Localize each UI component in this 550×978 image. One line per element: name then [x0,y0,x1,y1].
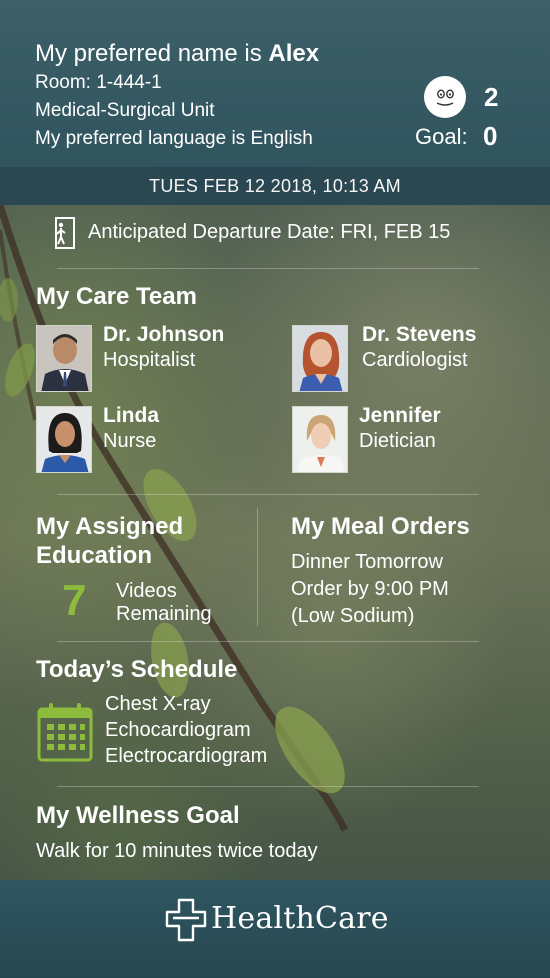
mood-count: 2 [484,82,499,112]
dietician-jennifer-photo[interactable] [292,406,348,473]
care-member-name[interactable]: Jennifer [359,404,441,428]
care-member-role: Hospitalist [103,349,196,371]
divider [57,786,479,787]
date-time-bar: TUES FEB 12 2018, 10:13 AM [0,167,550,205]
care-member-name[interactable]: Dr. Johnson [103,323,224,347]
nurse-linda-photo[interactable] [36,406,92,473]
vertical-divider [257,508,258,626]
care-member-role: Dietician [359,430,436,452]
care-team-title: My Care Team [36,283,197,310]
calendar-icon [37,702,93,767]
wellness-goal-text: Walk for 10 minutes twice today [36,840,318,862]
schedule-item: Electrocardiogram [105,745,268,767]
care-member-role: Cardiologist [362,349,468,371]
goal-label: Goal: [415,124,468,149]
meal-order-line: Dinner Tomorrow [291,551,443,573]
meal-order-line: (Low Sodium) [291,605,415,627]
preferred-name-prefix: My preferred name is [35,40,269,67]
smiley-face-icon[interactable] [424,76,466,118]
doctor-stevens-photo[interactable] [292,325,348,392]
room-number: Room: 1-444-1 [35,72,162,93]
medical-cross-icon [165,898,207,947]
divider [57,641,479,642]
schedule-item: Chest X-ray [105,693,211,715]
preferred-name: My preferred name is Alex [35,40,319,68]
wellness-goal-title[interactable]: My Wellness Goal [36,802,240,830]
care-member-name[interactable]: Linda [103,404,159,428]
schedule-item: Echocardiogram [105,719,251,741]
brand-name: HealthCare [211,901,389,936]
door-exit-icon [50,216,76,255]
goal-value: 0 [483,121,498,151]
meal-orders-title[interactable]: My Meal Orders [291,513,470,541]
divider [57,268,479,269]
doctor-johnson-photo[interactable] [36,325,92,392]
preferred-language: My preferred language is English [35,128,313,149]
videos-remaining-count: 7 [62,576,87,625]
departure-date: Anticipated Departure Date: FRI, FEB 15 [88,221,451,243]
care-member-name[interactable]: Dr. Stevens [362,323,476,347]
patient-name: Alex [268,40,320,67]
videos-label: Videos [116,580,177,602]
unit-name: Medical-Surgical Unit [35,100,215,121]
schedule-title[interactable]: Today’s Schedule [36,656,237,684]
care-member-role: Nurse [103,430,157,452]
education-title-line2[interactable]: Education [36,542,152,570]
meal-order-line: Order by 9:00 PM [291,578,449,600]
divider [57,494,479,495]
remaining-label: Remaining [116,603,212,625]
education-title-line1[interactable]: My Assigned [36,513,183,541]
